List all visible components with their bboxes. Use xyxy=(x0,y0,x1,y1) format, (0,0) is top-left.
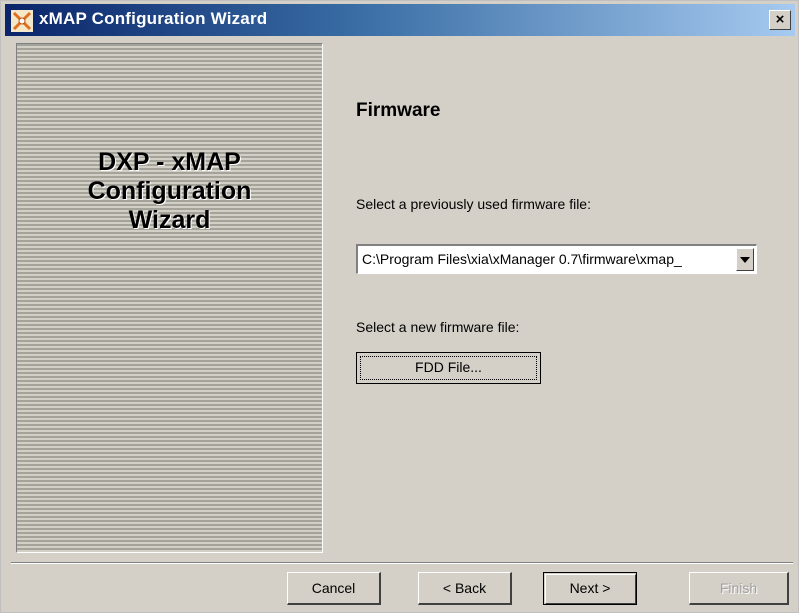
close-icon: × xyxy=(775,11,785,28)
title-bar[interactable]: xMAP Configuration Wizard × xyxy=(5,4,795,36)
wizard-window: xMAP Configuration Wizard × DXP - xMAP C… xyxy=(0,0,799,613)
finish-button-label: Finish xyxy=(719,580,758,596)
next-button[interactable]: Next > xyxy=(543,572,637,605)
button-separator xyxy=(11,562,793,564)
side-title-line-1: DXP - xMAP xyxy=(98,148,241,176)
fdd-file-button[interactable]: FDD File... xyxy=(356,352,541,384)
xmap-app-icon xyxy=(11,10,33,32)
side-title-line-2: Configuration xyxy=(87,177,252,205)
close-button[interactable]: × xyxy=(769,10,791,30)
side-title-line-3: Wizard xyxy=(128,206,211,234)
wizard-side-panel: DXP - xMAP Configuration Wizard xyxy=(16,43,323,553)
fdd-file-button-label: FDD File... xyxy=(415,359,482,375)
wizard-side-title: DXP - xMAP Configuration Wizard xyxy=(17,148,322,235)
cancel-button[interactable]: Cancel xyxy=(287,572,381,605)
page-heading: Firmware xyxy=(356,100,441,121)
new-firmware-label: Select a new firmware file: xyxy=(356,319,520,335)
finish-button: Finish xyxy=(689,572,789,605)
back-button-label: < Back xyxy=(442,580,487,596)
dropdown-arrow-icon[interactable] xyxy=(736,248,754,271)
previous-firmware-label: Select a previously used firmware file: xyxy=(356,196,591,212)
cancel-button-label: Cancel xyxy=(311,580,356,596)
previous-firmware-value: C:\Program Files\xia\xManager 0.7\firmwa… xyxy=(362,251,682,267)
previous-firmware-dropdown[interactable]: C:\Program Files\xia\xManager 0.7\firmwa… xyxy=(356,244,757,274)
window-title: xMAP Configuration Wizard xyxy=(39,9,268,28)
next-button-label: Next > xyxy=(569,580,611,596)
back-button[interactable]: < Back xyxy=(418,572,512,605)
